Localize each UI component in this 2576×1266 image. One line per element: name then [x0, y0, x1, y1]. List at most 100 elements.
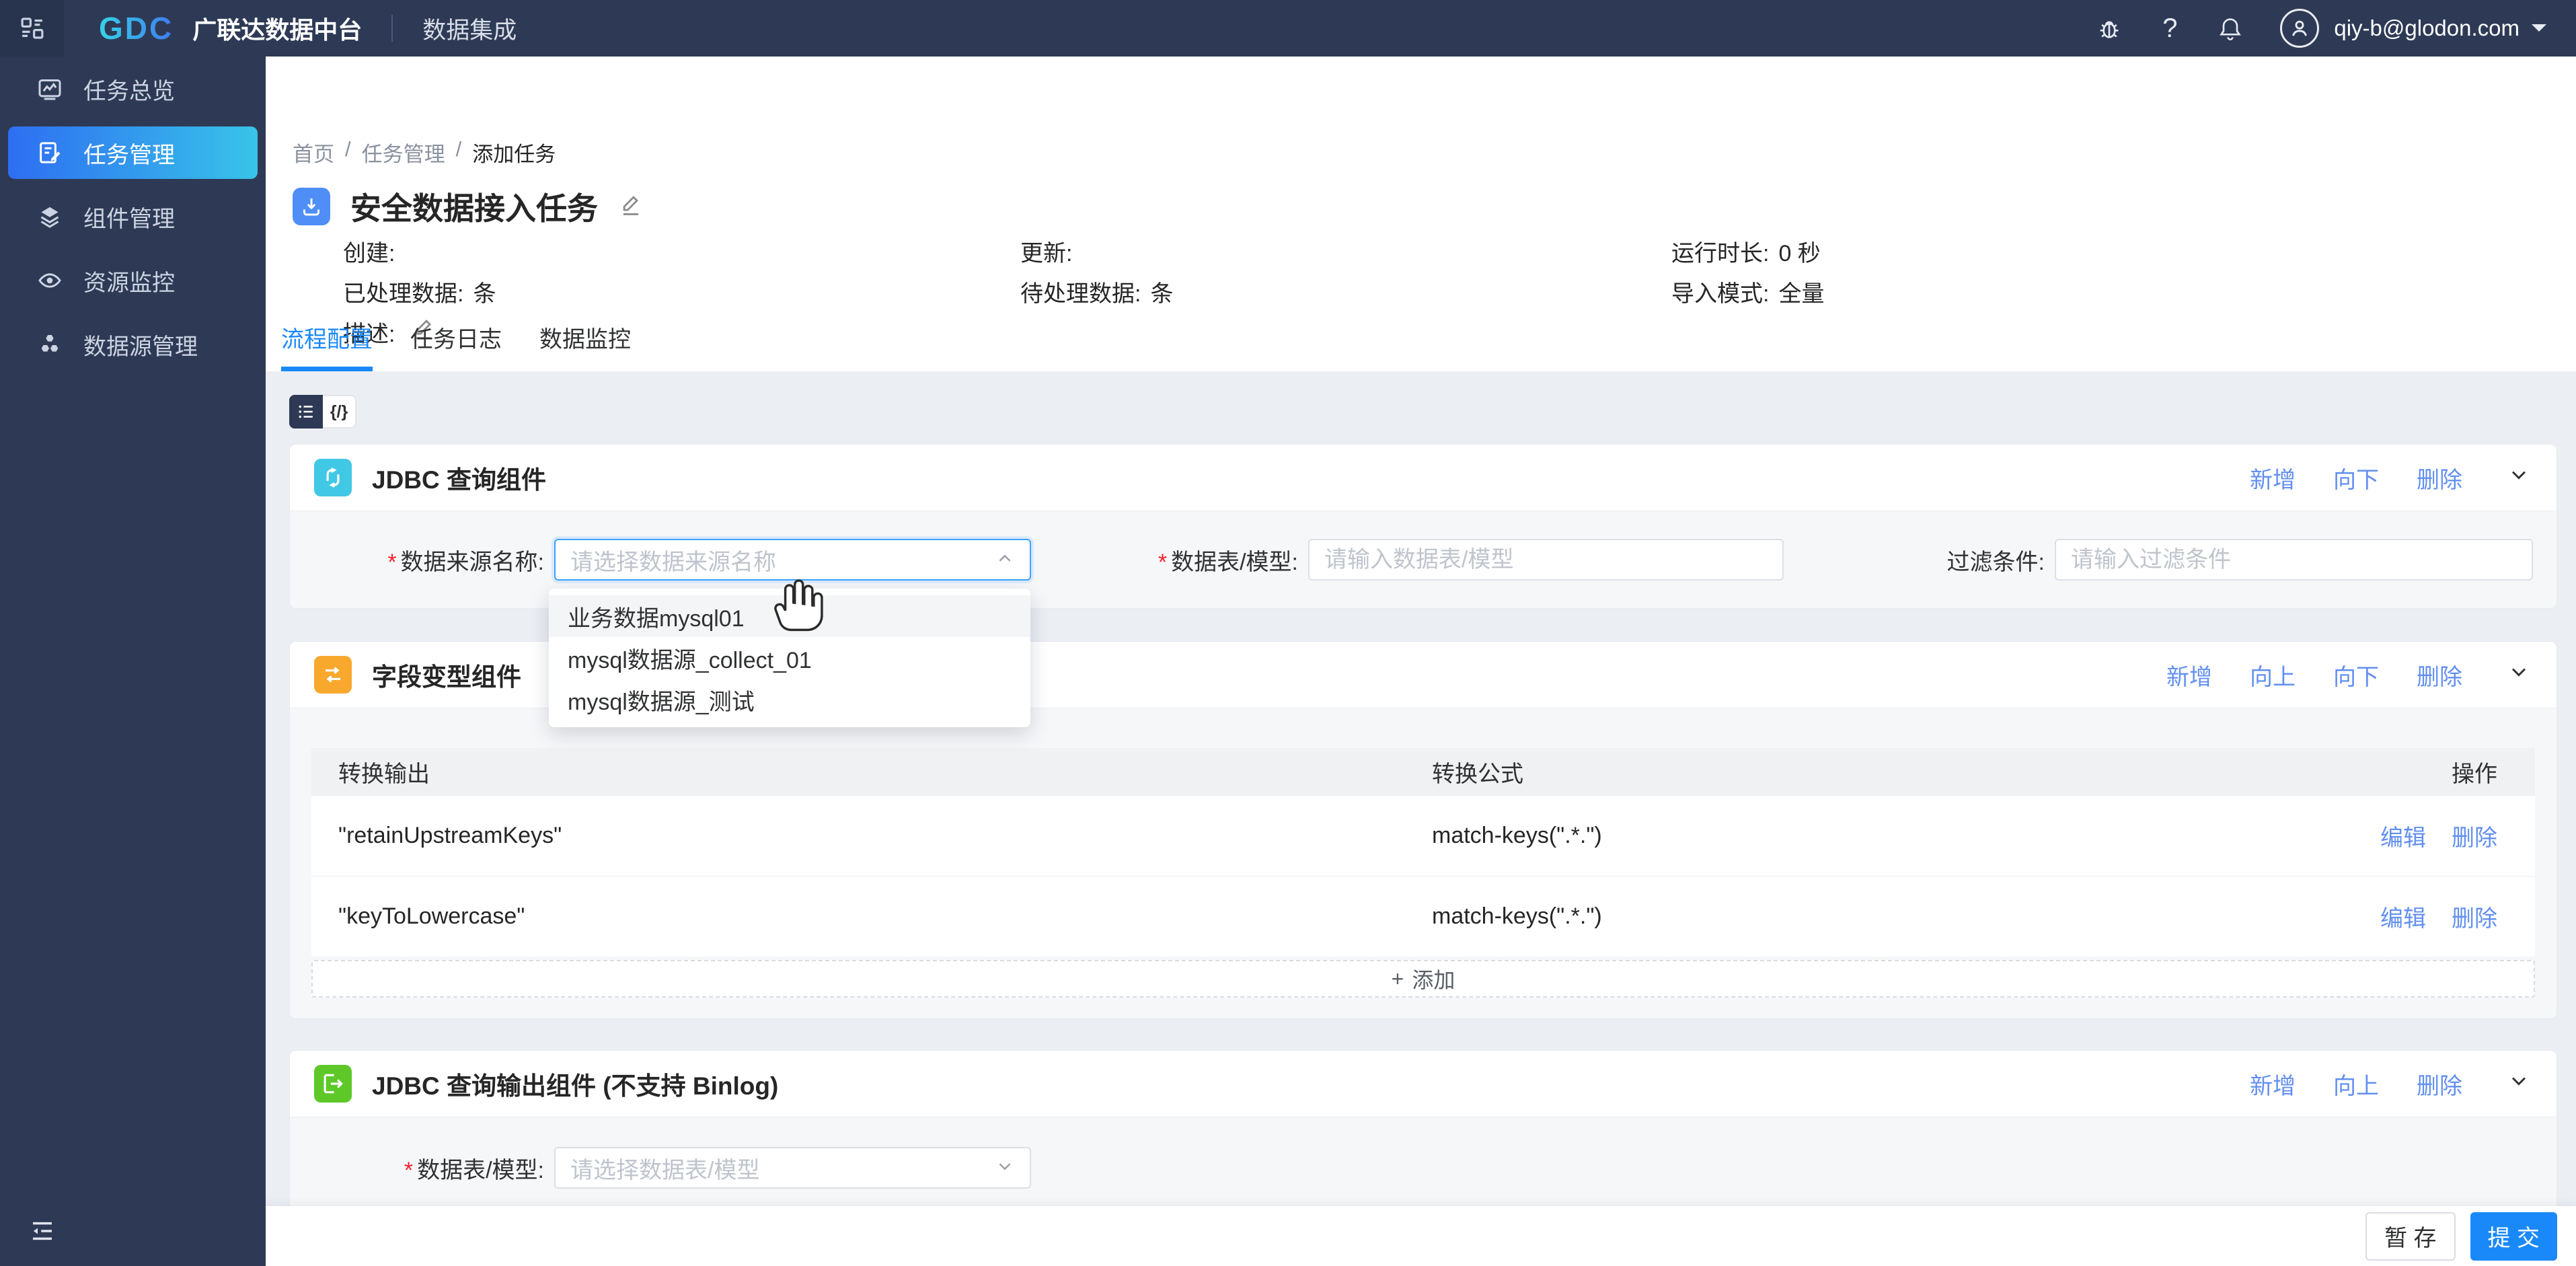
- field-transform-component-icon: [314, 656, 352, 694]
- add-component-link[interactable]: 新增: [2250, 1068, 2296, 1101]
- section-title: JDBC 查询输出组件 (不支持 Binlog): [372, 1072, 779, 1100]
- chevron-up-icon: [995, 548, 1015, 572]
- add-component-link[interactable]: 新增: [2166, 659, 2212, 692]
- meta-pending: 待处理数据: 条: [1020, 275, 1671, 308]
- sidebar-item-resource-monitor[interactable]: 资源监控: [8, 254, 258, 307]
- help-button[interactable]: ?: [2155, 13, 2185, 43]
- transform-table: 转换输出 转换公式 操作 "retainUpstreamKeys" match-…: [311, 748, 2535, 957]
- column-header-output: 转换输出: [338, 761, 430, 787]
- required-mark: *: [387, 549, 397, 575]
- section-actions: 新增 向上 删除: [2250, 1068, 2531, 1101]
- sidebar-item-label: 资源监控: [83, 270, 175, 296]
- collapse-section-button[interactable]: [2507, 463, 2531, 493]
- delete-component-link[interactable]: 删除: [2417, 1068, 2462, 1101]
- row-actions: 编辑 删除: [2293, 900, 2535, 933]
- swap-arrows-icon: [325, 667, 341, 683]
- add-component-link[interactable]: 新增: [2250, 461, 2296, 494]
- collapse-section-button[interactable]: [2507, 660, 2531, 690]
- submit-button[interactable]: 提 交: [2470, 1212, 2557, 1261]
- jdbc-output-form-row: * 数据表/模型: 请选择数据表/模型: [290, 1117, 2556, 1189]
- sidebar-item-label: 任务管理: [83, 142, 175, 168]
- required-mark: *: [404, 1157, 414, 1183]
- code-view-toggle-button[interactable]: {/}: [323, 395, 356, 429]
- topbar: GDC 广联达数据中台 数据集成 ? qiy-b@glodon.com: [0, 0, 2576, 57]
- sync-arrows-icon: [326, 468, 340, 488]
- table-model-input[interactable]: [1308, 539, 1784, 581]
- meta-label: 更新:: [1020, 240, 1073, 266]
- meta-label: 运行时长:: [1671, 240, 1770, 266]
- row-actions: 编辑 删除: [2293, 819, 2535, 852]
- save-draft-button[interactable]: 暂 存: [2365, 1212, 2456, 1261]
- dropdown-option[interactable]: mysql数据源_collect_01: [549, 637, 1030, 679]
- transform-output-cell: "retainUpstreamKeys": [338, 823, 562, 848]
- move-up-link[interactable]: 向上: [2333, 1068, 2379, 1101]
- notifications-button[interactable]: [2215, 13, 2245, 43]
- layers-icon: [40, 207, 59, 228]
- sidebar-item-label: 组件管理: [83, 206, 175, 232]
- app-grid-menu-button[interactable]: [0, 0, 64, 57]
- delete-row-link[interactable]: 删除: [2452, 900, 2497, 933]
- list-view-icon: [299, 405, 313, 418]
- import-download-icon: [303, 198, 319, 216]
- user-avatar[interactable]: [2280, 9, 2320, 48]
- meta-value: 0 秒: [1778, 240, 1821, 266]
- meta-label: 创建:: [343, 240, 395, 266]
- app-grid-icon: [21, 17, 43, 39]
- datasource-name-select[interactable]: 请选择数据来源名称: [554, 539, 1031, 581]
- transform-formula-cell: match-keys(".*."): [1432, 903, 1602, 929]
- collapse-section-button[interactable]: [2507, 1069, 2531, 1099]
- export-icon: [324, 1074, 343, 1094]
- sidebar-item-task-management[interactable]: 任务管理: [8, 126, 258, 179]
- delete-component-link[interactable]: 删除: [2417, 659, 2462, 692]
- detail-tabs: 流程配置 任务日志 数据监控: [281, 302, 631, 371]
- output-table-model-select[interactable]: 请选择数据表/模型: [554, 1147, 1031, 1189]
- move-down-link[interactable]: 向下: [2333, 659, 2379, 692]
- move-down-link[interactable]: 向下: [2333, 461, 2379, 494]
- section-title: 字段变型组件: [372, 663, 521, 691]
- breadcrumb-item-home[interactable]: 首页: [293, 137, 334, 167]
- sidebar-item-label: 数据源管理: [83, 334, 198, 360]
- filter-condition-input[interactable]: [2055, 539, 2533, 581]
- label-text: 数据来源名称:: [400, 549, 544, 575]
- user-email[interactable]: qiy-b@glodon.com: [2334, 15, 2520, 41]
- chevron-down-icon: [2511, 470, 2526, 480]
- code-view-icon: {/}: [330, 402, 348, 421]
- edit-row-link[interactable]: 编辑: [2380, 900, 2426, 933]
- tab-flow-config[interactable]: 流程配置: [281, 302, 373, 371]
- meta-label: 导入模式:: [1671, 281, 1770, 307]
- add-transform-button[interactable]: + 添加: [311, 960, 2535, 998]
- section-title: JDBC 查询组件: [372, 466, 547, 494]
- edit-row-link[interactable]: 编辑: [2380, 819, 2426, 852]
- sidebar-item-datasource-management[interactable]: 数据源管理: [8, 318, 258, 371]
- section-actions: 新增 向下 删除: [2250, 461, 2531, 494]
- breadcrumb-item-task-management[interactable]: 任务管理: [362, 137, 445, 167]
- list-view-toggle-button[interactable]: [289, 395, 323, 429]
- move-up-link[interactable]: 向上: [2250, 659, 2296, 692]
- sidebar-collapse-button[interactable]: [28, 1217, 56, 1249]
- dropdown-option[interactable]: mysql数据源_测试: [549, 679, 1030, 720]
- breadcrumb: 首页 / 任务管理 / 添加任务: [293, 137, 556, 167]
- table-model-input-field[interactable]: [1324, 546, 1768, 573]
- filter-condition-input-field[interactable]: [2071, 546, 2517, 573]
- tab-data-monitor[interactable]: 数据监控: [539, 302, 631, 371]
- user-icon: [2292, 20, 2308, 36]
- tab-task-log[interactable]: 任务日志: [410, 302, 502, 371]
- transform-table-header: 转换输出 转换公式 操作: [311, 748, 2535, 795]
- topbar-divider: [391, 15, 393, 42]
- user-menu-caret-icon[interactable]: [2532, 24, 2546, 39]
- view-mode-toggle: {/}: [289, 395, 356, 429]
- sidebar-item-component-management[interactable]: 组件管理: [8, 190, 258, 243]
- module-name[interactable]: 数据集成: [422, 11, 517, 46]
- meta-created: 创建:: [343, 235, 1020, 268]
- delete-component-link[interactable]: 删除: [2417, 461, 2462, 494]
- eye-icon: [38, 273, 61, 288]
- dropdown-option[interactable]: 业务数据mysql01: [549, 595, 1030, 637]
- bug-report-button[interactable]: [2094, 13, 2124, 43]
- section-header: JDBC 查询输出组件 (不支持 Binlog) 新增 向上 删除: [290, 1051, 2556, 1117]
- help-icon: ?: [2162, 13, 2178, 43]
- meta-row-1: 创建: 更新: 运行时长: 0 秒: [343, 236, 1821, 266]
- edit-title-button[interactable]: [618, 192, 644, 221]
- delete-row-link[interactable]: 删除: [2452, 819, 2497, 852]
- sidebar-item-task-overview[interactable]: 任务总览: [8, 63, 258, 115]
- footer-action-bar: 暂 存 提 交: [266, 1206, 2576, 1266]
